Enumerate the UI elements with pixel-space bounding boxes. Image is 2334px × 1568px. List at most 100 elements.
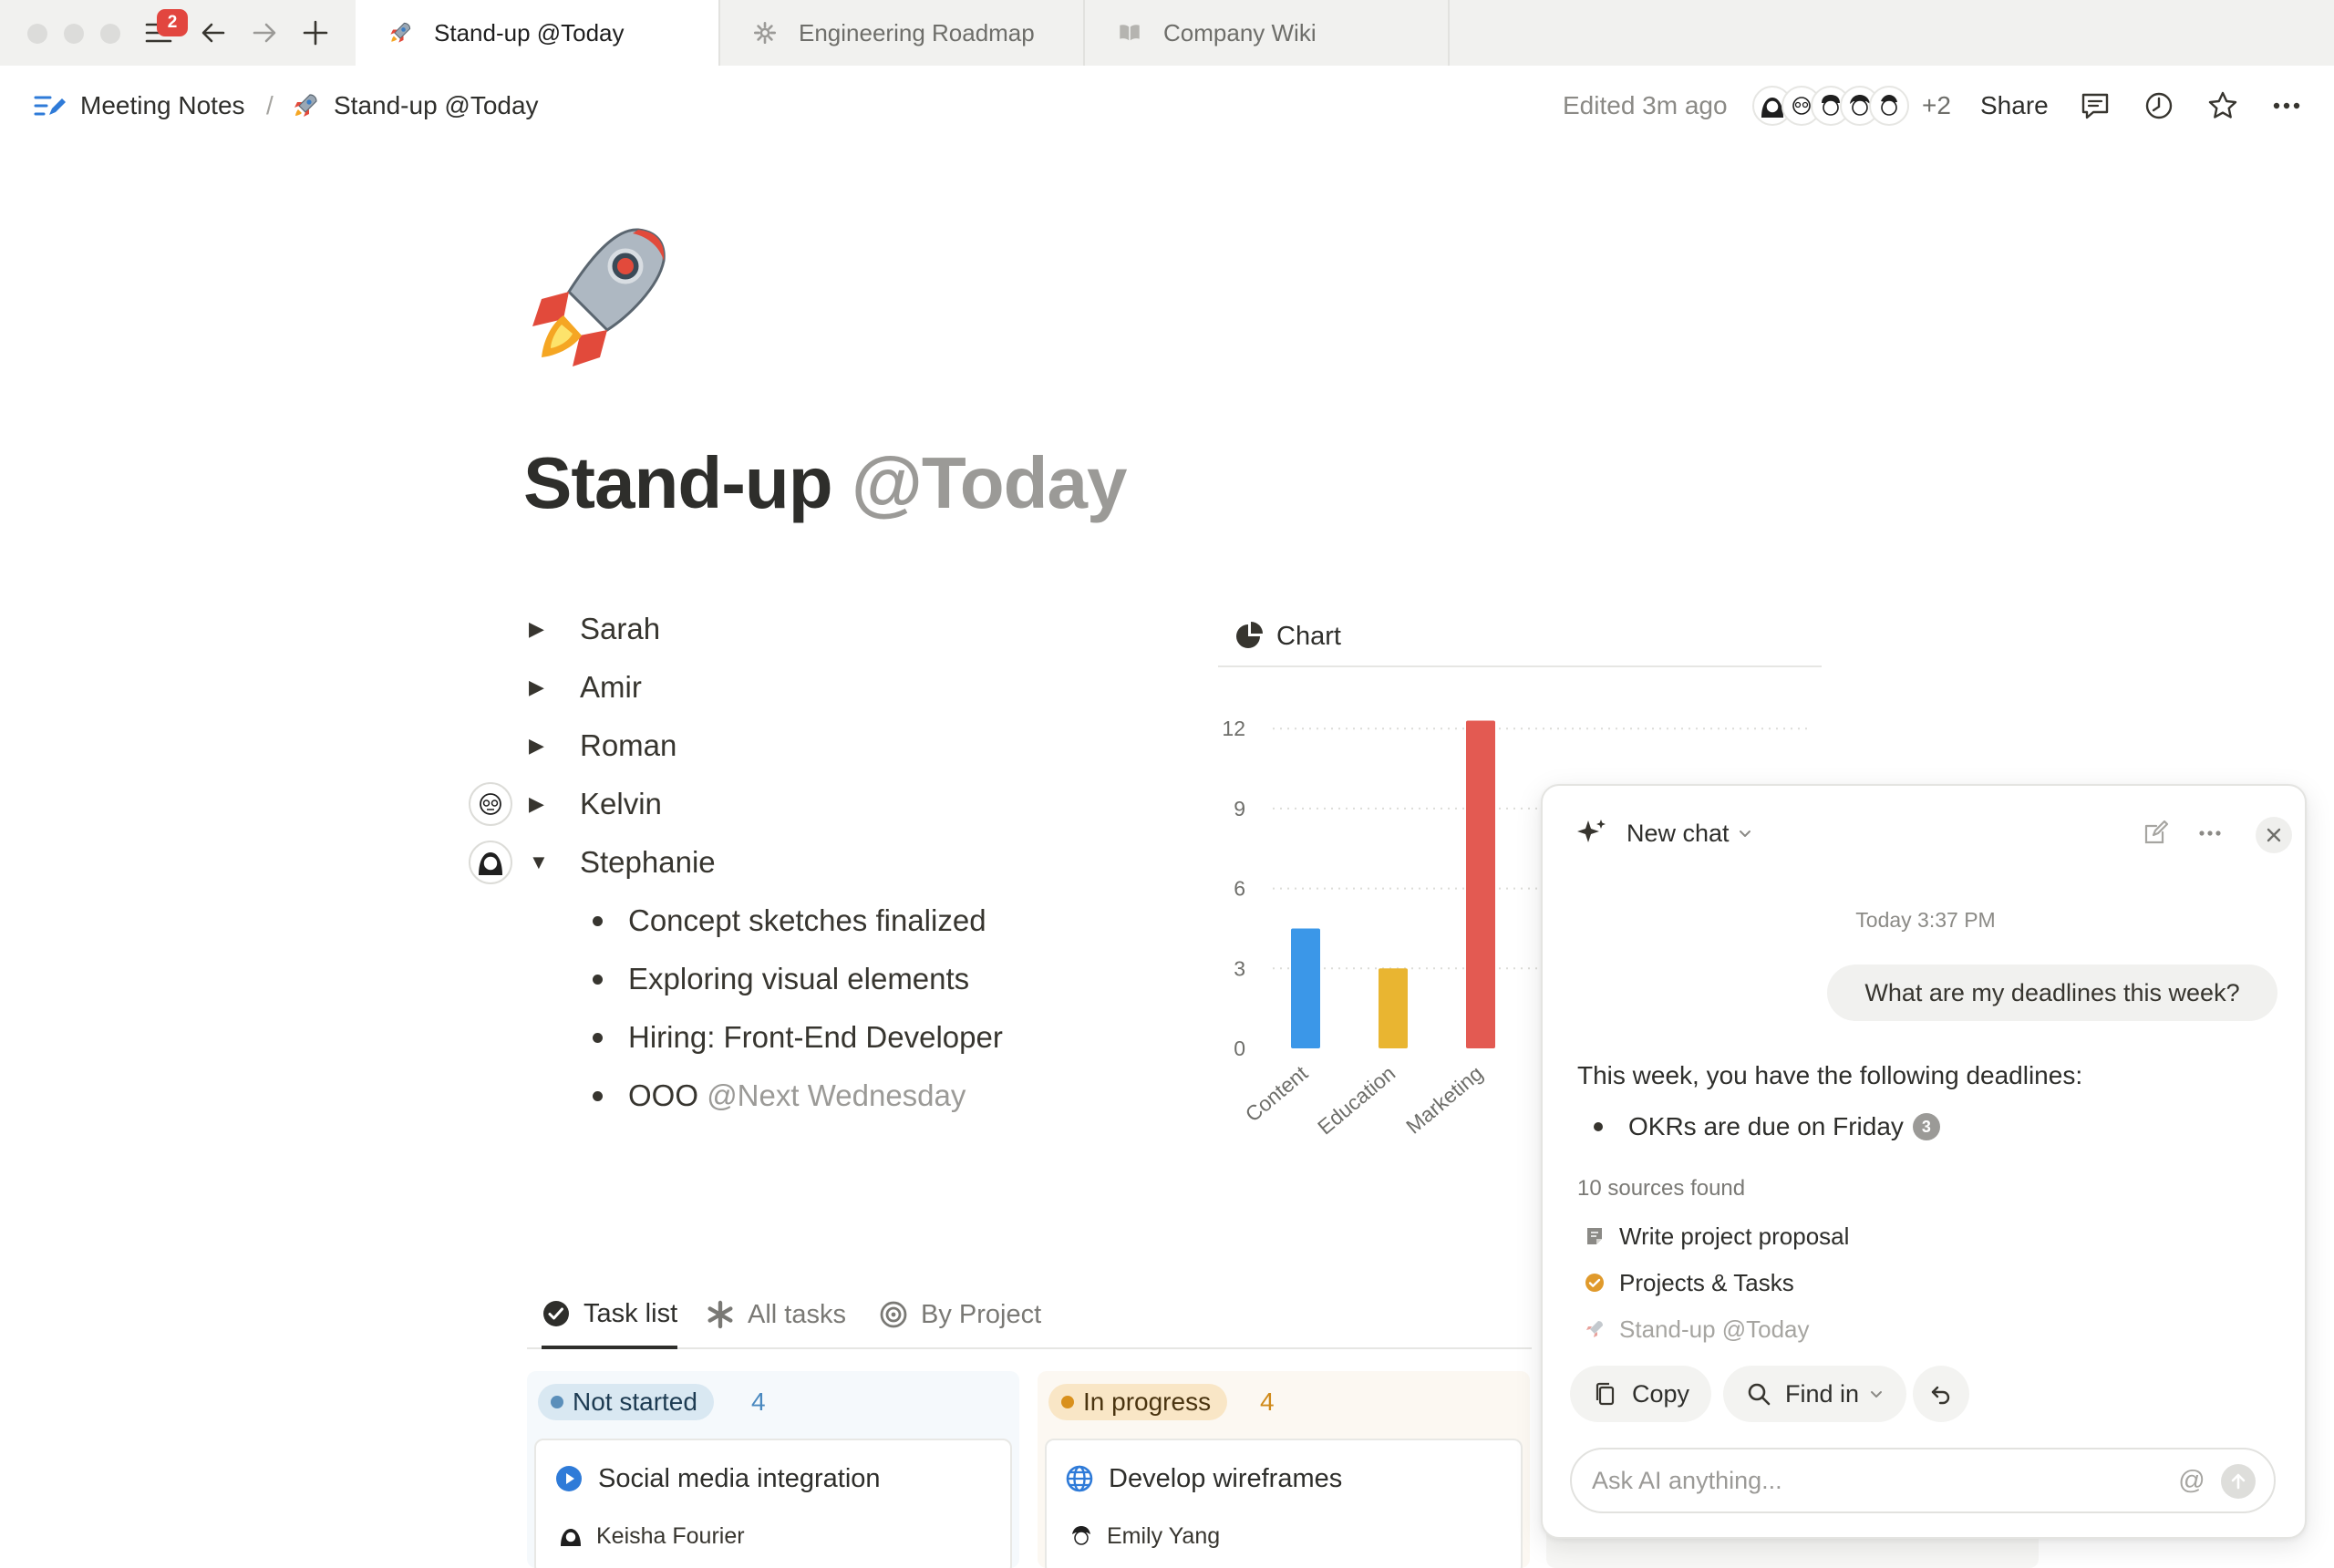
source-item[interactable]: Write project proposal <box>1583 1218 1849 1254</box>
list-item[interactable]: Hiring: Front-End Developer <box>591 1014 1003 1061</box>
date-mention[interactable]: @Next Wednesday <box>707 1078 966 1113</box>
toggle-label: Sarah <box>580 612 661 645</box>
status-label: Not started <box>573 1387 697 1416</box>
tab-company-wiki[interactable]: Company Wiki <box>1085 0 1450 66</box>
find-in-dropdown-button[interactable]: Find in <box>1723 1366 1907 1422</box>
back-arrow-icon[interactable] <box>193 13 233 53</box>
toggle-right-icon[interactable]: ▶ <box>529 734 562 758</box>
favorite-star-icon[interactable] <box>2203 86 2243 126</box>
source-item[interactable]: Stand-up @Today <box>1583 1311 1810 1347</box>
status-label: In progress <box>1083 1387 1212 1416</box>
history-clock-icon[interactable] <box>2139 86 2179 126</box>
ai-prompt-input[interactable] <box>1592 1466 2139 1495</box>
bullet-dot <box>593 974 603 985</box>
tab-task-list[interactable]: Task list <box>542 1282 678 1349</box>
toggle-right-icon[interactable]: ▶ <box>529 617 562 641</box>
bar <box>1379 968 1408 1048</box>
toggle-stephanie[interactable]: ▼ Stephanie <box>529 839 716 886</box>
x-tick-label: Content <box>1241 1061 1313 1127</box>
asterisk-icon <box>706 1300 735 1329</box>
source-title: Write project proposal <box>1619 1222 1850 1250</box>
send-arrow-icon[interactable] <box>2221 1464 2256 1499</box>
bullet-dot <box>593 1090 603 1101</box>
sources-count[interactable]: 10 sources found <box>1577 1176 1745 1202</box>
toggle-sarah[interactable]: ▶ Sarah <box>529 605 660 653</box>
search-icon <box>1748 1383 1771 1406</box>
mention-at-icon[interactable]: @ <box>2175 1464 2208 1497</box>
more-options-icon[interactable] <box>2190 813 2230 853</box>
copy-button[interactable]: Copy <box>1570 1366 1712 1422</box>
source-item[interactable]: Projects & Tasks <box>1583 1264 1794 1301</box>
window-close-button[interactable] <box>27 24 47 44</box>
status-dot <box>551 1396 563 1408</box>
comment-icon[interactable] <box>2075 86 2115 126</box>
play-circle-icon <box>554 1464 584 1493</box>
assignee-name: Emily Yang <box>1107 1522 1221 1549</box>
toggle-kelvin[interactable]: ▶ Kelvin <box>529 780 662 828</box>
chart-header[interactable]: Chart <box>1218 607 1822 667</box>
window-minimize-button[interactable] <box>64 24 84 44</box>
ai-prompt-field[interactable]: @ <box>1570 1448 2276 1513</box>
board-column-not-started: Not started 4 Social media integration K… <box>527 1371 1019 1568</box>
view-label: By Project <box>921 1299 1042 1329</box>
avatar <box>1067 1522 1096 1551</box>
ai-answer-text: This week, you have the following deadli… <box>1577 1061 2083 1089</box>
more-options-icon[interactable] <box>2267 86 2307 126</box>
list-item[interactable]: OOO @Next Wednesday <box>591 1072 966 1119</box>
tab-label: Company Wiki <box>1163 18 1317 46</box>
ai-chat-title-dropdown[interactable]: New chat <box>1575 813 1753 853</box>
chevron-down-icon <box>1739 830 1750 837</box>
title-date-mention[interactable]: @Today <box>852 442 1128 523</box>
toggle-right-icon[interactable]: ▶ <box>529 676 562 699</box>
ai-chat-title: New chat <box>1627 819 1730 847</box>
citation-badge[interactable]: 3 <box>1912 1113 1940 1140</box>
toggle-amir[interactable]: ▶ Amir <box>529 664 642 711</box>
status-badge[interactable]: Not started <box>538 1384 714 1420</box>
new-chat-compose-icon[interactable] <box>2135 813 2175 853</box>
column-count: 4 <box>751 1387 766 1416</box>
toggle-label: Roman <box>580 728 677 762</box>
retry-button[interactable] <box>1913 1366 1969 1422</box>
tab-engineering-roadmap[interactable]: Engineering Roadmap <box>720 0 1085 66</box>
toggle-label: Amir <box>580 670 642 704</box>
list-item-text: OOO <box>628 1078 699 1112</box>
user-message-bubble: What are my deadlines this week? <box>1827 965 2277 1021</box>
close-icon[interactable] <box>2256 817 2292 853</box>
avatar <box>1869 86 1909 126</box>
page-title[interactable]: Stand-up @Today <box>523 441 1127 525</box>
task-card[interactable]: Develop wireframes Emily Yang <box>1045 1439 1523 1568</box>
toggle-roman[interactable]: ▶ Roman <box>529 722 676 769</box>
tab-stand-up[interactable]: Stand-up @Today <box>356 0 720 66</box>
check-circle-icon <box>542 1299 571 1328</box>
list-item-text: Concept sketches finalized <box>628 903 986 937</box>
rocket-icon <box>385 17 416 48</box>
rocket-icon <box>294 94 317 117</box>
bullet-dot <box>1594 1122 1603 1131</box>
bullet-dot <box>593 915 603 926</box>
breadcrumb-current-page[interactable]: Stand-up @Today <box>290 80 539 131</box>
forward-arrow-icon[interactable] <box>244 13 284 53</box>
view-label: Task list <box>584 1298 678 1328</box>
toggle-down-icon[interactable]: ▼ <box>529 851 562 874</box>
extra-collaborators-count[interactable]: +2 <box>1922 80 1951 131</box>
tab-all-tasks[interactable]: All tasks <box>706 1282 846 1347</box>
task-card[interactable]: Social media integration Keisha Fourier <box>534 1439 1012 1568</box>
new-tab-plus-icon[interactable] <box>295 13 336 53</box>
status-badge[interactable]: In progress <box>1048 1384 1228 1420</box>
page-rocket-icon[interactable] <box>520 219 675 374</box>
edited-timestamp: Edited 3m ago <box>1563 91 1728 119</box>
ai-chat-panel: New chat Today 3:37 PM What are my deadl… <box>1541 784 2307 1539</box>
toggle-right-icon[interactable]: ▶ <box>529 792 562 816</box>
book-icon <box>1114 17 1145 48</box>
list-item[interactable]: Concept sketches finalized <box>591 897 986 944</box>
window-zoom-button[interactable] <box>100 24 120 44</box>
card-title-text: Develop wireframes <box>1109 1463 1343 1493</box>
page-topbar: Meeting Notes / Stand-up @Today Edited 3… <box>0 80 2334 131</box>
share-button[interactable]: Share <box>1980 80 2049 131</box>
y-tick-label: 6 <box>1234 877 1245 901</box>
gear-icon <box>749 17 780 48</box>
tab-by-project[interactable]: By Project <box>879 1282 1041 1347</box>
list-item[interactable]: Exploring visual elements <box>591 955 969 1003</box>
breadcrumb-meeting-notes[interactable]: Meeting Notes <box>31 80 245 131</box>
tab-label: Engineering Roadmap <box>799 18 1035 46</box>
